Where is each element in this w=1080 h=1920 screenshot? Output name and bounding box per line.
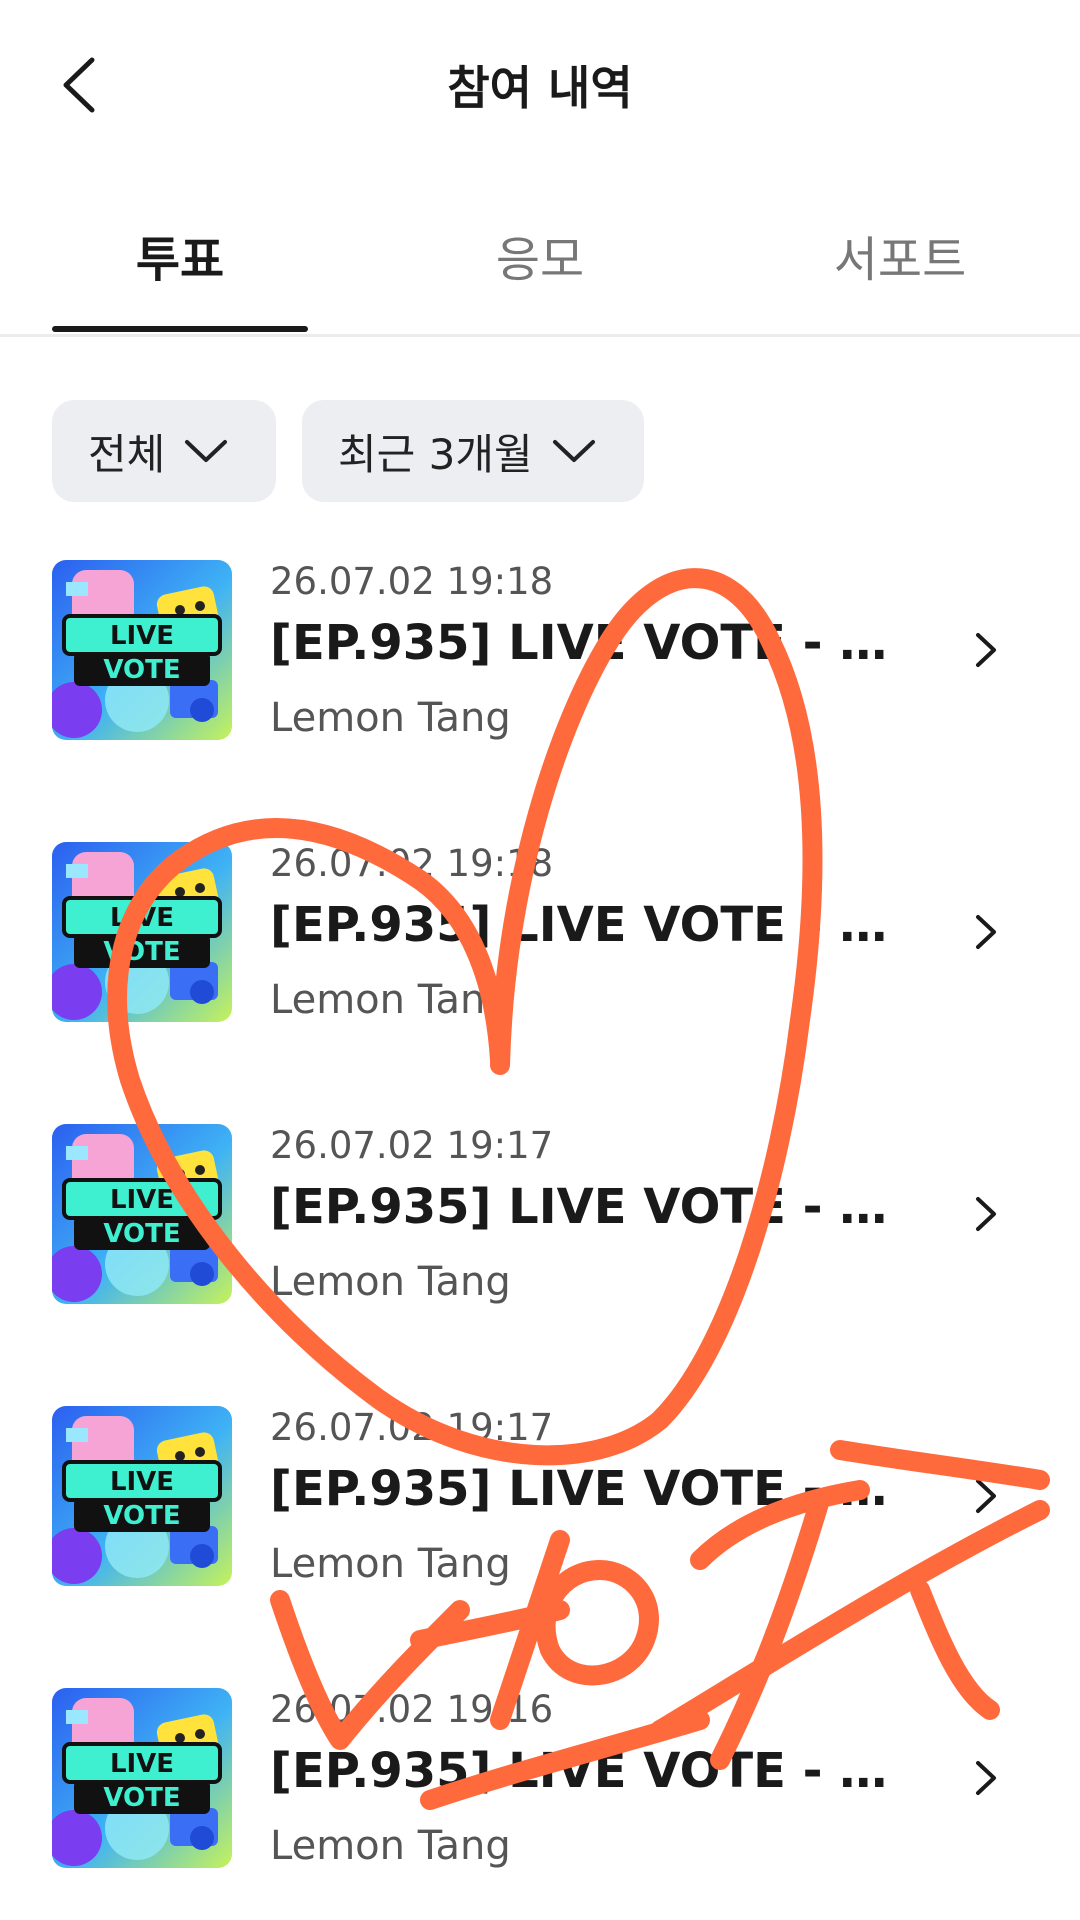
vote-thumbnail: LIVE VOTE: [52, 842, 232, 1022]
item-title: [EP.935] LIVE VOTE - M ...: [270, 615, 890, 671]
svg-text:VOTE: VOTE: [103, 1501, 180, 1531]
svg-text:LIVE: LIVE: [110, 903, 174, 933]
item-title: [EP.935] LIVE VOTE - M ...: [270, 1743, 890, 1799]
svg-text:VOTE: VOTE: [103, 1219, 180, 1249]
page-title: 참여 내역: [447, 61, 633, 115]
tab-bar: 투표 응모 서포트: [0, 190, 1080, 337]
svg-text:VOTE: VOTE: [103, 1783, 180, 1813]
item-artist: Lemon Tang: [270, 1259, 511, 1305]
vote-thumbnail: LIVE VOTE: [52, 1688, 232, 1868]
item-artist: Lemon Tang: [270, 1541, 511, 1587]
filter-period-label: 최근 3개월: [338, 429, 533, 479]
item-artist: Lemon Tang: [270, 695, 511, 741]
vote-thumbnail: LIVE VOTE: [52, 560, 232, 740]
item-date: 26.07.02 19:17: [270, 1124, 554, 1167]
item-artist: Lemon Tang: [270, 977, 511, 1023]
list-item[interactable]: LIVE VOTE 26.07.02 19:17 [EP.935] LIVE V…: [0, 1391, 1080, 1621]
item-date: 26.07.02 19:18: [270, 842, 554, 885]
svg-text:LIVE: LIVE: [110, 1749, 174, 1779]
tab-vote[interactable]: 투표: [52, 220, 308, 300]
vote-thumbnail: LIVE VOTE: [52, 1406, 232, 1586]
list-item[interactable]: LIVE VOTE 26.07.02 19:16 [EP.935] LIVE V…: [0, 1673, 1080, 1903]
tab-entry[interactable]: 응모: [412, 220, 668, 300]
vote-thumbnail: LIVE VOTE: [52, 1124, 232, 1304]
chevron-right-icon: [976, 915, 996, 949]
svg-text:LIVE: LIVE: [110, 621, 174, 651]
chevron-down-icon: [185, 440, 228, 462]
item-title: [EP.935] LIVE VOTE - M ...: [270, 1179, 890, 1235]
chevron-right-icon: [976, 1479, 996, 1513]
item-title: [EP.935] LIVE VOTE - M ...: [270, 1461, 890, 1517]
list-item[interactable]: LIVE VOTE 26.07.02 19:18 [EP.935] LIVE V…: [0, 545, 1080, 775]
header: 참여 내역: [0, 0, 1080, 170]
item-date: 26.07.02 19:18: [270, 560, 554, 603]
svg-text:VOTE: VOTE: [103, 937, 180, 967]
svg-text:LIVE: LIVE: [110, 1467, 174, 1497]
item-title: [EP.935] LIVE VOTE - M ...: [270, 897, 890, 953]
chevron-down-icon: [552, 440, 595, 462]
chevron-right-icon: [976, 1761, 996, 1795]
svg-text:VOTE: VOTE: [103, 655, 180, 685]
svg-text:LIVE: LIVE: [110, 1185, 174, 1215]
filter-type-dropdown[interactable]: 전체: [52, 400, 276, 502]
chevron-right-icon: [976, 1197, 996, 1231]
tab-support[interactable]: 서포트: [772, 220, 1028, 300]
item-date: 26.07.02 19:17: [270, 1406, 554, 1449]
list-item[interactable]: LIVE VOTE 26.07.02 19:17 [EP.935] LIVE V…: [0, 1109, 1080, 1339]
filter-period-dropdown[interactable]: 최근 3개월: [302, 400, 644, 502]
chevron-right-icon: [976, 633, 996, 667]
list-item[interactable]: LIVE VOTE 26.07.02 19:18 [EP.935] LIVE V…: [0, 827, 1080, 1057]
item-artist: Lemon Tang: [270, 1823, 511, 1869]
active-tab-indicator: [52, 326, 308, 332]
item-date: 26.07.02 19:16: [270, 1688, 554, 1731]
filter-type-label: 전체: [88, 429, 166, 479]
